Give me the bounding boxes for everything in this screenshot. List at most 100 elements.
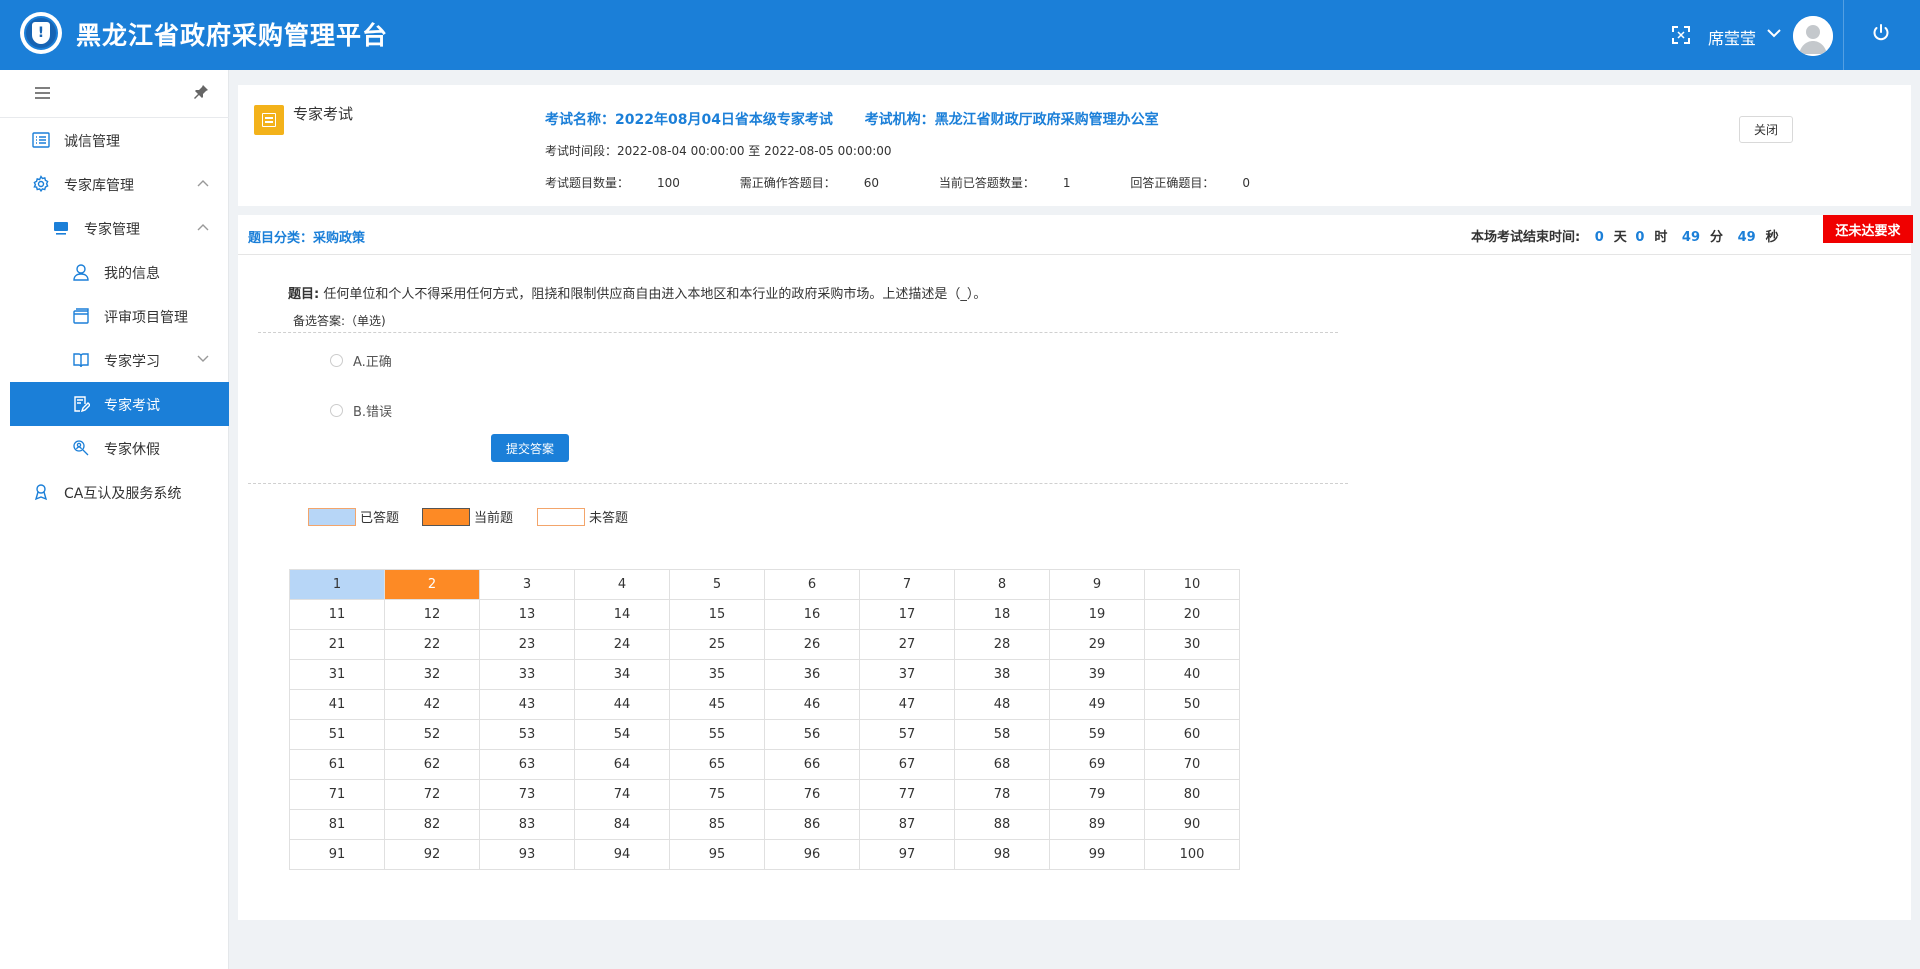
question-number-cell[interactable]: 6 [764, 569, 860, 600]
question-number-cell[interactable]: 14 [574, 599, 670, 630]
question-number-cell[interactable]: 69 [1049, 749, 1145, 780]
question-number-cell[interactable]: 30 [1144, 629, 1240, 660]
question-number-cell[interactable]: 36 [764, 659, 860, 690]
question-number-cell[interactable]: 11 [289, 599, 385, 630]
question-number-cell[interactable]: 81 [289, 809, 385, 840]
question-number-cell[interactable]: 98 [954, 839, 1050, 870]
question-number-cell[interactable]: 75 [669, 779, 765, 810]
question-number-cell[interactable]: 9 [1049, 569, 1145, 600]
question-number-cell[interactable]: 91 [289, 839, 385, 870]
question-number-cell[interactable]: 53 [479, 719, 575, 750]
question-number-cell[interactable]: 100 [1144, 839, 1240, 870]
question-number-cell[interactable]: 65 [669, 749, 765, 780]
question-number-cell[interactable]: 54 [574, 719, 670, 750]
question-number-cell[interactable]: 67 [859, 749, 955, 780]
question-number-cell[interactable]: 94 [574, 839, 670, 870]
question-number-cell[interactable]: 10 [1144, 569, 1240, 600]
question-number-cell[interactable]: 55 [669, 719, 765, 750]
radio-button[interactable] [330, 404, 343, 417]
menu-icon[interactable] [35, 87, 50, 99]
question-number-cell[interactable]: 44 [574, 689, 670, 720]
question-number-cell[interactable]: 28 [954, 629, 1050, 660]
question-number-cell[interactable]: 17 [859, 599, 955, 630]
question-number-cell[interactable]: 5 [669, 569, 765, 600]
sidebar-item-expert-study[interactable]: 专家学习 [10, 338, 229, 382]
pin-icon[interactable] [193, 84, 209, 100]
question-number-cell[interactable]: 7 [859, 569, 955, 600]
question-number-cell[interactable]: 71 [289, 779, 385, 810]
question-number-cell[interactable]: 3 [479, 569, 575, 600]
user-name[interactable]: 席莹莹 [1708, 25, 1756, 49]
question-number-cell[interactable]: 86 [764, 809, 860, 840]
question-number-cell[interactable]: 16 [764, 599, 860, 630]
question-number-cell[interactable]: 87 [859, 809, 955, 840]
question-number-cell[interactable]: 95 [669, 839, 765, 870]
question-number-cell[interactable]: 40 [1144, 659, 1240, 690]
question-number-cell[interactable]: 32 [384, 659, 480, 690]
question-number-cell[interactable]: 52 [384, 719, 480, 750]
question-number-cell[interactable]: 84 [574, 809, 670, 840]
question-number-cell[interactable]: 29 [1049, 629, 1145, 660]
question-number-cell[interactable]: 49 [1049, 689, 1145, 720]
question-number-cell[interactable]: 46 [764, 689, 860, 720]
question-number-cell[interactable]: 27 [859, 629, 955, 660]
fullscreen-icon[interactable] [1672, 26, 1690, 44]
question-number-cell[interactable]: 37 [859, 659, 955, 690]
question-number-cell[interactable]: 4 [574, 569, 670, 600]
question-number-cell[interactable]: 60 [1144, 719, 1240, 750]
power-icon[interactable] [1872, 24, 1890, 42]
question-number-cell[interactable]: 13 [479, 599, 575, 630]
question-number-cell[interactable]: 20 [1144, 599, 1240, 630]
question-number-cell[interactable]: 73 [479, 779, 575, 810]
question-number-cell[interactable]: 12 [384, 599, 480, 630]
question-number-cell[interactable]: 8 [954, 569, 1050, 600]
question-number-cell[interactable]: 63 [479, 749, 575, 780]
question-number-cell[interactable]: 51 [289, 719, 385, 750]
question-number-cell[interactable]: 99 [1049, 839, 1145, 870]
chevron-down-icon[interactable] [1766, 27, 1782, 39]
question-number-cell[interactable]: 39 [1049, 659, 1145, 690]
avatar[interactable] [1793, 16, 1833, 56]
close-button[interactable]: 关闭 [1739, 116, 1793, 143]
question-number-cell[interactable]: 93 [479, 839, 575, 870]
question-number-cell[interactable]: 41 [289, 689, 385, 720]
sidebar-item-credit[interactable]: 诚信管理 [10, 118, 229, 162]
question-number-cell[interactable]: 72 [384, 779, 480, 810]
question-number-cell[interactable]: 79 [1049, 779, 1145, 810]
question-number-cell[interactable]: 48 [954, 689, 1050, 720]
question-number-cell[interactable]: 58 [954, 719, 1050, 750]
sidebar-item-expert-manage[interactable]: 专家管理 [10, 206, 229, 250]
question-number-cell[interactable]: 1 [289, 569, 385, 600]
question-number-cell[interactable]: 26 [764, 629, 860, 660]
sidebar-item-ca-service[interactable]: CA互认及服务系统 [10, 470, 229, 514]
sidebar-item-expert-leave[interactable]: 专家休假 [10, 426, 229, 470]
question-number-cell[interactable]: 83 [479, 809, 575, 840]
question-number-cell[interactable]: 25 [669, 629, 765, 660]
sidebar-item-review-projects[interactable]: 评审项目管理 [10, 294, 229, 338]
question-number-cell[interactable]: 38 [954, 659, 1050, 690]
question-number-cell[interactable]: 31 [289, 659, 385, 690]
question-number-cell[interactable]: 22 [384, 629, 480, 660]
question-number-cell[interactable]: 21 [289, 629, 385, 660]
option-b[interactable]: B.错误 [330, 401, 392, 420]
question-number-cell[interactable]: 18 [954, 599, 1050, 630]
submit-answer-button[interactable]: 提交答案 [491, 434, 569, 462]
sidebar-item-my-info[interactable]: 我的信息 [10, 250, 229, 294]
question-number-cell[interactable]: 35 [669, 659, 765, 690]
question-number-cell[interactable]: 62 [384, 749, 480, 780]
question-number-cell[interactable]: 82 [384, 809, 480, 840]
question-number-cell[interactable]: 57 [859, 719, 955, 750]
question-number-cell[interactable]: 42 [384, 689, 480, 720]
question-number-cell[interactable]: 61 [289, 749, 385, 780]
option-a[interactable]: A.正确 [330, 351, 392, 370]
question-number-cell[interactable]: 89 [1049, 809, 1145, 840]
question-number-cell[interactable]: 97 [859, 839, 955, 870]
question-number-cell[interactable]: 19 [1049, 599, 1145, 630]
question-number-cell[interactable]: 64 [574, 749, 670, 780]
question-number-cell[interactable]: 90 [1144, 809, 1240, 840]
question-number-cell[interactable]: 59 [1049, 719, 1145, 750]
question-number-cell[interactable]: 56 [764, 719, 860, 750]
question-number-cell[interactable]: 34 [574, 659, 670, 690]
question-number-cell[interactable]: 66 [764, 749, 860, 780]
question-number-cell[interactable]: 33 [479, 659, 575, 690]
